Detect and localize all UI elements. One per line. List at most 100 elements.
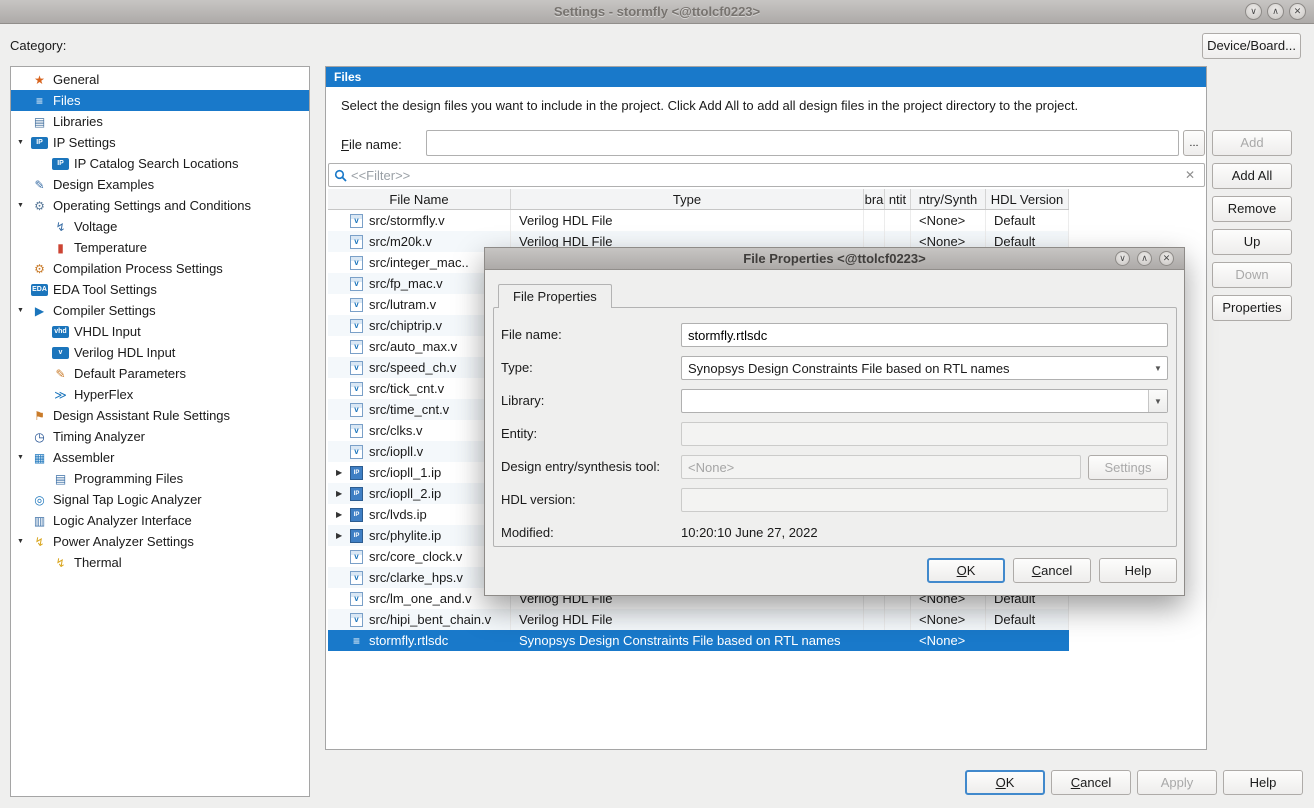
footer-help-button[interactable]: Help	[1223, 770, 1303, 795]
add-all-button[interactable]: Add All	[1212, 163, 1292, 189]
sidebar-item-files[interactable]: ≡Files	[11, 90, 309, 111]
expander-icon[interactable]	[17, 307, 31, 314]
file-name: src/m20k.v	[369, 234, 432, 249]
footer-ok-button[interactable]: OK	[965, 770, 1045, 795]
expander-icon[interactable]	[17, 538, 31, 545]
sidebar-item-ip-settings[interactable]: IPIP Settings	[11, 132, 309, 153]
sidebar-item-design-assistant-rule-settings[interactable]: ⚑Design Assistant Rule Settings	[11, 405, 309, 426]
ip-file-icon	[350, 487, 363, 501]
sidebar-item-compiler-settings[interactable]: ▶Compiler Settings	[11, 300, 309, 321]
maximize-button[interactable]	[1267, 3, 1284, 20]
dialog-cancel-button[interactable]: Cancel	[1013, 558, 1091, 583]
modified-label: Modified:	[501, 525, 554, 540]
close-button[interactable]	[1289, 3, 1306, 20]
sidebar-item-verilog-hdl-input[interactable]: vVerilog HDL Input	[11, 342, 309, 363]
dialog-close-button[interactable]	[1159, 251, 1174, 266]
library-cell	[864, 630, 885, 651]
sidebar-item-programming-files[interactable]: ▤Programming Files	[11, 468, 309, 489]
dialog-file-name-input[interactable]	[681, 323, 1168, 347]
sidebar-item-assembler[interactable]: ▦Assembler	[11, 447, 309, 468]
hdl-version-cell	[986, 630, 1069, 651]
dialog-title: File Properties <@ttolcf0223>	[485, 248, 1184, 270]
clear-filter-icon[interactable]	[1185, 168, 1195, 182]
sidebar-item-temperature[interactable]: ▮Temperature	[11, 237, 309, 258]
column-header-type[interactable]: Type	[511, 189, 864, 209]
type-dropdown[interactable]: Synopsys Design Constraints File based o…	[681, 356, 1168, 380]
verilog-file-icon	[350, 550, 363, 564]
sidebar-item-hyperflex[interactable]: ≫HyperFlex	[11, 384, 309, 405]
library-dropdown-button[interactable]	[1148, 390, 1167, 412]
sidebar-item-label: Design Examples	[53, 177, 154, 192]
sidebar-item-logic-analyzer-interface[interactable]: ▥Logic Analyzer Interface	[11, 510, 309, 531]
minimize-button[interactable]	[1245, 3, 1262, 20]
sidebar-item-timing-analyzer[interactable]: ◷Timing Analyzer	[11, 426, 309, 447]
verilog-file-icon	[350, 382, 363, 396]
library-combo[interactable]	[681, 389, 1168, 413]
design-tool-label: Design entry/synthesis tool:	[501, 459, 660, 474]
compiler-settings-icon: ▶	[31, 305, 48, 317]
modified-value: 10:20:10 June 27, 2022	[681, 525, 818, 540]
remove-button[interactable]: Remove	[1212, 196, 1292, 222]
sidebar-item-signal-tap-logic-analyzer[interactable]: ◎Signal Tap Logic Analyzer	[11, 489, 309, 510]
entity-input	[681, 422, 1168, 446]
file-row-src-hipi-bent-chain-v[interactable]: src/hipi_bent_chain.vVerilog HDL File<No…	[328, 609, 1069, 630]
column-header-ntit[interactable]: ntit	[885, 189, 911, 209]
filter-input[interactable]	[351, 168, 1185, 183]
sidebar-item-design-examples[interactable]: ✎Design Examples	[11, 174, 309, 195]
device-board-button[interactable]: Device/Board...	[1202, 33, 1301, 59]
expand-icon[interactable]	[336, 531, 350, 540]
tab-file-properties[interactable]: File Properties	[498, 284, 612, 308]
file-name: src/time_cnt.v	[369, 402, 449, 417]
column-header-file-name[interactable]: File Name	[328, 189, 511, 209]
sidebar-item-label: Power Analyzer Settings	[53, 534, 194, 549]
verilog-file-icon	[350, 235, 363, 249]
expand-icon[interactable]	[336, 489, 350, 498]
sidebar-item-general[interactable]: ★General	[11, 69, 309, 90]
dialog-maximize-button[interactable]	[1137, 251, 1152, 266]
file-row-src-stormfly-v[interactable]: src/stormfly.vVerilog HDL File<None>Defa…	[328, 210, 1069, 231]
file-row-stormfly-rtlsdc[interactable]: stormfly.rtlsdcSynopsys Design Constrain…	[328, 630, 1069, 651]
dialog-ok-button[interactable]: OK	[927, 558, 1005, 583]
sidebar-item-libraries[interactable]: ▤Libraries	[11, 111, 309, 132]
dialog-titlebar[interactable]: File Properties <@ttolcf0223>	[485, 248, 1184, 270]
sdc-file-icon	[350, 634, 363, 648]
footer-apply-button: Apply	[1137, 770, 1217, 795]
column-header-bra[interactable]: bra	[864, 189, 885, 209]
properties-button[interactable]: Properties	[1212, 295, 1292, 321]
file-name: src/iopll_1.ip	[369, 465, 441, 480]
file-name: src/phylite.ip	[369, 528, 441, 543]
sidebar-item-label: Thermal	[74, 555, 122, 570]
sidebar-item-voltage[interactable]: ↯Voltage	[11, 216, 309, 237]
sidebar-item-vhdl-input[interactable]: vhdVHDL Input	[11, 321, 309, 342]
footer-cancel-button[interactable]: Cancel	[1051, 770, 1131, 795]
file-name: stormfly.rtlsdc	[369, 633, 448, 648]
sidebar-item-thermal[interactable]: ↯Thermal	[11, 552, 309, 573]
files-panel-header: Files	[326, 67, 1206, 87]
column-header-hdl-version[interactable]: HDL Version	[986, 189, 1069, 209]
sidebar-item-ip-catalog-search-locations[interactable]: IPIP Catalog Search Locations	[11, 153, 309, 174]
file-name-input[interactable]	[426, 130, 1179, 156]
minimize-icon	[1119, 254, 1126, 263]
sidebar-item-default-parameters[interactable]: ✎Default Parameters	[11, 363, 309, 384]
sidebar-item-power-analyzer-settings[interactable]: ↯Power Analyzer Settings	[11, 531, 309, 552]
expander-icon[interactable]	[17, 139, 31, 146]
browse-button[interactable]: ...	[1183, 130, 1205, 156]
expand-icon[interactable]	[336, 468, 350, 477]
expander-icon[interactable]	[17, 202, 31, 209]
sidebar-item-label: Timing Analyzer	[53, 429, 145, 444]
expander-icon[interactable]	[17, 454, 31, 461]
sidebar-item-compilation-process-settings[interactable]: ⚙Compilation Process Settings	[11, 258, 309, 279]
expand-icon[interactable]	[336, 510, 350, 519]
verilog-file-icon	[350, 340, 363, 354]
dialog-minimize-button[interactable]	[1115, 251, 1130, 266]
up-button[interactable]: Up	[1212, 229, 1292, 255]
verilog-file-icon	[350, 571, 363, 585]
window-titlebar[interactable]: Settings - stormfly <@ttolcf0223>	[0, 0, 1314, 24]
file-table-header: File NameTypebrantitntry/SynthHDL Versio…	[328, 189, 1069, 210]
column-header-ntry-synth[interactable]: ntry/Synth	[911, 189, 986, 209]
sidebar-item-operating-settings-and-conditions[interactable]: ⚙Operating Settings and Conditions	[11, 195, 309, 216]
dialog-help-button[interactable]: Help	[1099, 558, 1177, 583]
sidebar-item-eda-tool-settings[interactable]: EDAEDA Tool Settings	[11, 279, 309, 300]
chevron-down-icon	[1149, 364, 1167, 373]
verilog-file-icon	[350, 445, 363, 459]
